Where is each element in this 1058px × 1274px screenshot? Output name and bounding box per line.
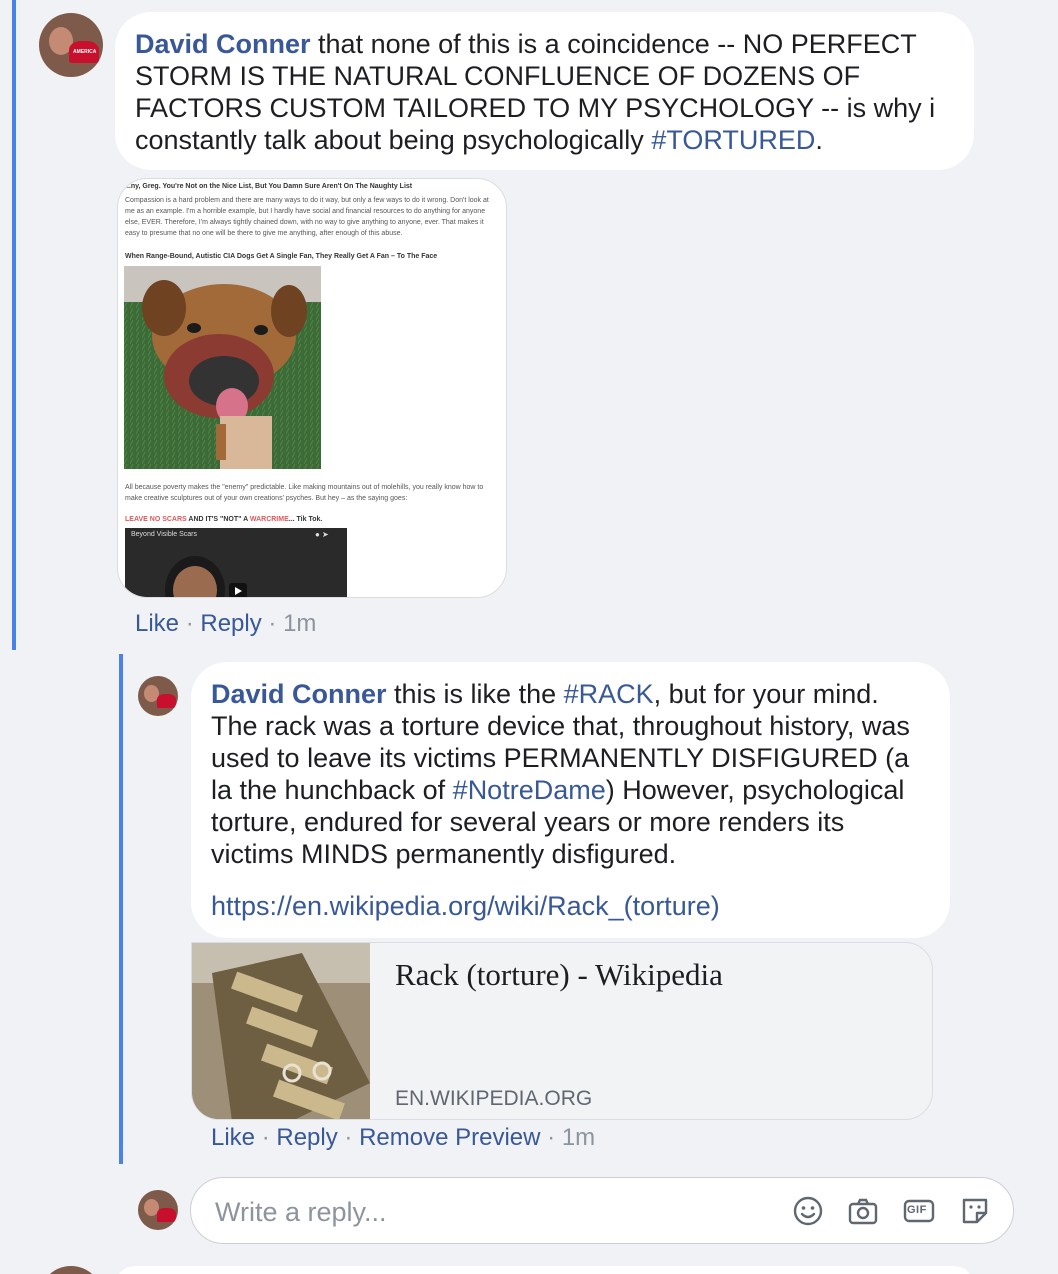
sticker-icon[interactable] [959,1195,991,1227]
video-thumbnail[interactable]: Beyond Visible Scars ● ➤ [125,528,347,597]
reply-avatar[interactable] [138,676,178,716]
reply-thread-indicator [119,654,123,1164]
wikipedia-url-link[interactable]: https://en.wikipedia.org/wiki/Rack_(tort… [211,890,928,922]
comment-image-attachment[interactable]: ...ny, Greg. You're Not on the Nice List… [117,178,507,598]
hashtag-link[interactable]: #TORTURED [651,125,815,155]
avatar-hat-text: AMERICA [73,49,97,55]
attachment-paragraph-2: All because poverty makes the "enemy" pr… [125,484,484,502]
current-user-avatar[interactable] [138,1190,178,1230]
rack-photo [192,943,370,1119]
preview-domain: EN.WIKIPEDIA.ORG [395,1087,593,1110]
attachment-heading: ...ny, Greg. You're Not on the Nice List… [125,183,413,190]
hashtag-rack-link[interactable]: #RACK [564,679,654,709]
thread-indicator [12,0,16,650]
reply-author[interactable]: David Conner [211,679,387,709]
attachment-paragraph: Compassion is a hard problem and there a… [125,197,489,237]
like-link[interactable]: Like [135,610,179,637]
reply-input[interactable] [215,1196,775,1228]
comment-text-end: . [815,125,823,155]
comment-timestamp[interactable]: 1m [283,610,316,637]
gif-icon[interactable]: GIF [903,1195,935,1227]
link-preview-card[interactable]: Rack (torture) - Wikipedia EN.WIKIPEDIA.… [191,942,933,1120]
camera-icon[interactable] [847,1195,879,1227]
smiley-icon[interactable] [792,1195,824,1227]
reply-timestamp[interactable]: 1m [562,1124,595,1151]
comment-author[interactable]: David Conner [135,29,311,59]
reply-link[interactable]: Reply [200,610,261,637]
like-link[interactable]: Like [211,1124,255,1151]
preview-title[interactable]: Rack (torture) - Wikipedia [395,957,723,993]
dog-photo [124,266,321,469]
avatar[interactable]: AMERICA [39,13,103,77]
remove-preview-link[interactable]: Remove Preview [359,1124,540,1151]
reply-link[interactable]: Reply [276,1124,337,1151]
next-comment-bubble [115,1266,974,1274]
reply-actions: Like · Reply · Remove Preview · 1m [211,1124,596,1151]
attachment-quote: LEAVE NO SCARS AND IT'S "NOT" A WARCRIME… [125,516,323,523]
hashtag-notredame-link[interactable]: #NotreDame [453,775,606,805]
next-comment-avatar[interactable] [39,1266,103,1274]
comment-bubble: David Conner that none of this is a coin… [115,12,974,170]
reply-bubble: David Conner this is like the #RACK, but… [191,662,950,938]
reply-composer: GIF [190,1177,1014,1244]
gif-label: GIF [907,1204,927,1216]
attachment-heading-2: When Range-Bound, Autistic CIA Dogs Get … [125,253,438,260]
comment-actions: Like · Reply · 1m [135,610,317,637]
